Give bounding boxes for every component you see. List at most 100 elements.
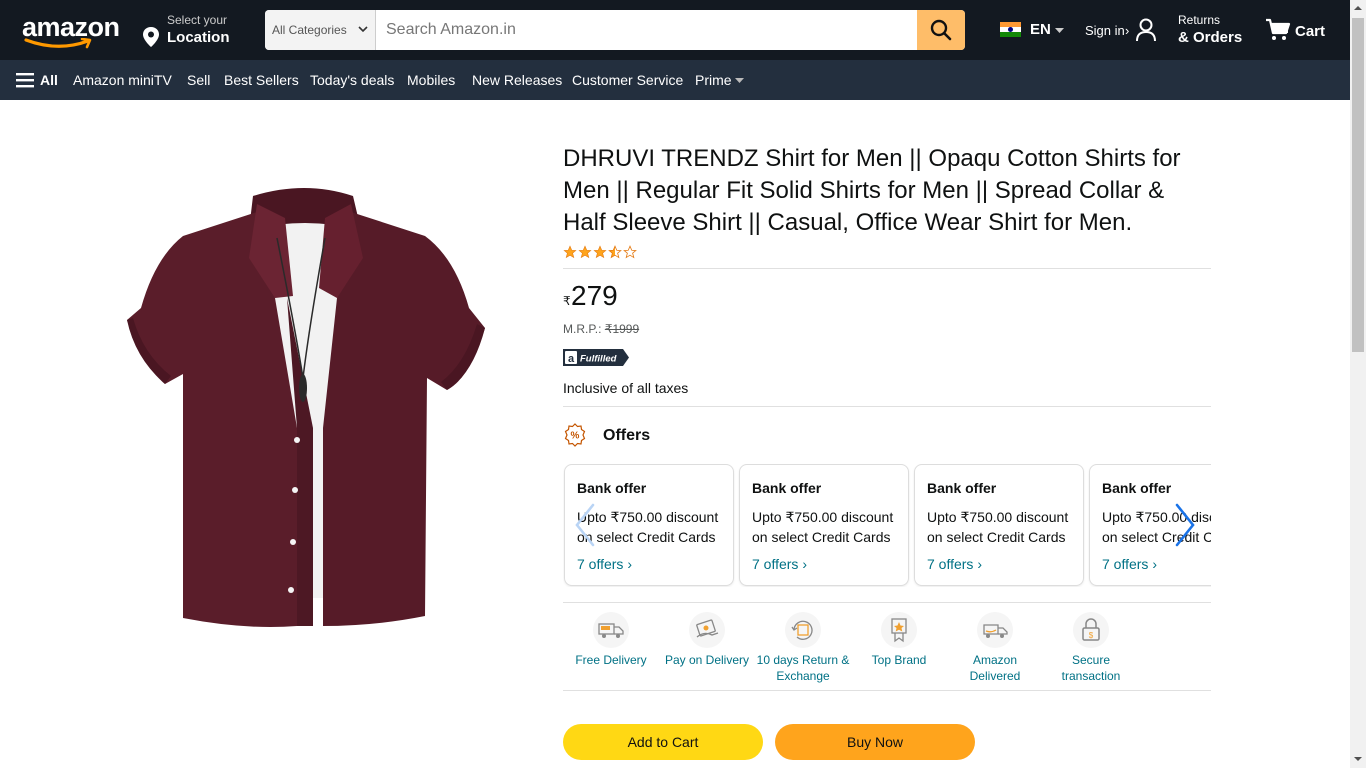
hamburger-icon — [16, 73, 34, 88]
amazon-logo[interactable]: amazon — [22, 12, 122, 49]
star-half-icon — [608, 245, 622, 259]
feature-label: Top Brand — [871, 653, 927, 667]
feature-top-brand[interactable]: Top Brand — [851, 612, 947, 688]
caret-down-icon — [1055, 28, 1064, 33]
offer-head: Bank offer — [752, 480, 822, 496]
feature-label: 10 days Return & Exchange — [756, 653, 850, 683]
nav-bar: All Amazon miniTV Sell Best Sellers Toda… — [0, 60, 1350, 100]
search-category-select[interactable]: All Categories — [265, 10, 376, 50]
nav-item-prime[interactable]: Prime — [695, 60, 744, 100]
carousel-next-icon[interactable] — [1173, 503, 1197, 547]
india-flag-icon — [1000, 22, 1021, 37]
price-value: 279 — [571, 280, 618, 311]
offer-head: Bank offer — [927, 480, 997, 496]
divider — [563, 268, 1211, 269]
amazon-fulfilled-badge: a Fulfilled — [563, 349, 629, 366]
feature-return-exchange[interactable]: 10 days Return & Exchange — [755, 612, 851, 688]
offer-link[interactable]: 7 offers › — [927, 556, 982, 572]
rating-stars[interactable] — [563, 245, 638, 259]
offers-icon: % — [564, 423, 586, 447]
offer-link[interactable]: 7 offers › — [752, 556, 807, 572]
offer-card[interactable]: Bank offer Upto ₹750.00 discount on sele… — [739, 464, 909, 586]
offer-body: Upto ₹750.00 discount on select Credit C… — [752, 509, 894, 545]
scroll-down-icon[interactable] — [1354, 756, 1362, 762]
feature-label: Free Delivery — [575, 653, 647, 667]
caret-down-icon — [734, 78, 744, 84]
offer-link-label: 7 offers — [1102, 556, 1149, 572]
free-delivery-icon — [593, 612, 629, 648]
nav-item-todays-deals[interactable]: Today's deals — [310, 60, 394, 100]
user-icon — [1136, 18, 1156, 42]
feature-secure-transaction[interactable]: $ Secure transaction — [1043, 612, 1139, 688]
offer-link[interactable]: 7 offers › — [1102, 556, 1157, 572]
nav-item-customer-service[interactable]: Customer Service — [572, 60, 683, 100]
secure-transaction-icon: $ — [1073, 612, 1109, 648]
offer-link-label: 7 offers — [577, 556, 624, 572]
offer-body: Upto ₹750.00 discount on select Credit C… — [577, 509, 719, 545]
add-to-cart-button[interactable]: Add to Cart — [563, 724, 763, 760]
offer-body: Upto ₹750.00 discount on select Credit C… — [927, 509, 1069, 545]
offer-link-label: 7 offers — [752, 556, 799, 572]
pay-on-delivery-icon — [689, 612, 725, 648]
nav-item-mobiles[interactable]: Mobiles — [407, 60, 455, 100]
offers-heading: Offers — [603, 427, 651, 444]
location-selector[interactable]: Select your Location — [142, 13, 252, 49]
offer-card[interactable]: Bank offer Upto ₹750.00 discount on sele… — [914, 464, 1084, 586]
cart-icon — [1266, 18, 1291, 40]
mrp-value: ₹1999 — [604, 322, 640, 336]
location-pin-icon — [143, 27, 159, 47]
divider — [563, 690, 1211, 691]
nav-item-new-releases[interactable]: New Releases — [472, 60, 562, 100]
page-scrollbar[interactable] — [1350, 0, 1366, 768]
feature-label: Amazon Delivered — [969, 653, 1021, 683]
location-label: Location — [167, 29, 230, 46]
nav-item-best-sellers[interactable]: Best Sellers — [224, 60, 299, 100]
star-full-icon — [593, 245, 607, 259]
feature-label: Secure transaction — [1061, 653, 1121, 683]
search-category-label: All Categories — [272, 23, 347, 37]
star-full-icon — [563, 245, 577, 259]
offer-head: Bank offer — [577, 480, 647, 496]
buy-now-button[interactable]: Buy Now — [775, 724, 975, 760]
logo-smile-icon — [24, 38, 92, 49]
returns-label: Returns — [1178, 13, 1221, 27]
svg-text:a: a — [568, 353, 575, 365]
language-code: EN — [1030, 21, 1051, 38]
top-header: amazon Select your Location All Categori… — [0, 0, 1350, 60]
nav-all-label: All — [40, 72, 58, 88]
nav-item-sell[interactable]: Sell — [187, 60, 210, 100]
feature-free-delivery[interactable]: Free Delivery — [563, 612, 659, 688]
feature-label: Pay on Delivery — [664, 653, 750, 667]
returns-orders-link[interactable]: Returns & Orders — [1178, 13, 1258, 49]
amazon-delivered-icon — [977, 612, 1013, 648]
fulfilled-label: Fulfilled — [580, 354, 617, 365]
search-button[interactable] — [917, 10, 965, 50]
offer-link-label: 7 offers — [927, 556, 974, 572]
offers-carousel: Bank offer Upto ₹750.00 discount on sele… — [563, 464, 1211, 587]
star-empty-icon — [623, 245, 637, 259]
search-input[interactable] — [376, 10, 917, 50]
nav-prime-label: Prime — [695, 72, 732, 88]
divider — [563, 602, 1211, 603]
cart-label: Cart — [1295, 23, 1326, 40]
scroll-up-icon[interactable] — [1354, 5, 1362, 11]
currency-symbol: ₹ — [563, 294, 571, 308]
search-bar: All Categories — [265, 10, 965, 50]
offer-link[interactable]: 7 offers › — [577, 556, 632, 572]
chevron-down-icon — [358, 26, 368, 33]
carousel-prev-icon[interactable] — [573, 503, 597, 547]
feature-pay-on-delivery[interactable]: Pay on Delivery — [659, 612, 755, 688]
svg-text:%: % — [571, 431, 580, 442]
taxes-note: Inclusive of all taxes — [563, 380, 689, 396]
search-icon — [930, 19, 952, 41]
scrollbar-thumb[interactable] — [1352, 18, 1364, 352]
feature-amazon-delivered[interactable]: Amazon Delivered — [947, 612, 1043, 688]
location-hint: Select your — [167, 13, 228, 27]
product-image[interactable] — [125, 178, 487, 630]
sign-in-label: Sign in — [1085, 23, 1125, 38]
offer-head: Bank offer — [1102, 480, 1172, 496]
nav-item-minitv[interactable]: Amazon miniTV — [73, 60, 172, 100]
mrp: M.R.P.: ₹1999 — [563, 322, 639, 336]
product-title: DHRUVI TRENDZ Shirt for Men || Opaqu Cot… — [563, 145, 1181, 236]
nav-all-menu[interactable]: All — [16, 60, 58, 100]
